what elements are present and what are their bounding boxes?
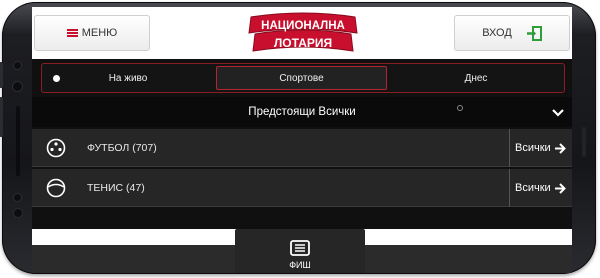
tab-today-label: Днес (464, 72, 488, 84)
national-lottery-logo[interactable]: НАЦИОНАЛНА ЛОТАРИЯ (243, 11, 363, 55)
all-label: Всички (515, 182, 551, 194)
side-button-right (582, 127, 586, 157)
indicator-dot-icon (457, 105, 463, 111)
tab-sports[interactable]: Спортове (216, 66, 387, 90)
speaker-grill (16, 106, 20, 176)
sport-label-football: ФУТБОЛ (707) (87, 142, 157, 154)
login-label: ВХОД (482, 27, 512, 39)
all-football-link[interactable]: Всички (509, 129, 572, 167)
soccer-ball-icon (46, 138, 66, 158)
tab-sports-label: Спортове (279, 72, 324, 84)
iris-scanner (14, 209, 22, 217)
hamburger-icon (66, 29, 78, 37)
chevron-down-icon[interactable] (552, 109, 564, 117)
front-camera (13, 82, 22, 91)
tab-live[interactable]: На живо (42, 64, 214, 92)
menu-label: МЕНЮ (81, 27, 118, 39)
front-sensor-2 (14, 194, 21, 201)
phone-frame: МЕНЮ НАЦИОНАЛНА ЛОТАРИЯ ВХОД На живо Спо… (0, 2, 596, 274)
login-button[interactable]: ВХОД (454, 15, 570, 51)
front-sensor (14, 62, 21, 69)
live-dot-icon (53, 75, 60, 82)
sport-row-tennis[interactable]: ТЕНИС (47) Всички (32, 169, 572, 207)
sport-row-football[interactable]: ФУТБОЛ (707) Всички (32, 129, 572, 167)
all-label: Всички (515, 142, 551, 154)
tennis-ball-icon (46, 178, 66, 198)
upcoming-filter[interactable]: Предстоящи Всички (32, 97, 572, 127)
betslip-icon (290, 240, 310, 256)
arrow-right-icon (554, 142, 566, 154)
login-icon (526, 25, 542, 41)
arrow-right-icon (554, 182, 566, 194)
menu-button[interactable]: МЕНЮ (34, 15, 150, 51)
logo-line2: ЛОТАРИЯ (274, 36, 332, 50)
logo-line1: НАЦИОНАЛНА (261, 20, 345, 32)
betslip-button[interactable]: ФИШ (235, 229, 365, 273)
tab-bar: На живо Спортове Днес (41, 63, 565, 93)
sport-label-tennis: ТЕНИС (47) (87, 182, 145, 194)
phone-screen: МЕНЮ НАЦИОНАЛНА ЛОТАРИЯ ВХОД На живо Спо… (32, 7, 572, 273)
tab-today[interactable]: Днес (389, 64, 563, 92)
volume-button (0, 62, 3, 88)
all-tennis-link[interactable]: Всички (509, 169, 572, 207)
power-button (0, 97, 3, 137)
upcoming-filter-label: Предстоящи Всички (248, 106, 356, 118)
sports-panel: На живо Спортове Днес Предстоящи Всички (32, 59, 572, 273)
betslip-label: ФИШ (289, 260, 311, 270)
tab-live-label: На живо (108, 72, 148, 84)
site-header: МЕНЮ НАЦИОНАЛНА ЛОТАРИЯ ВХОД (32, 7, 572, 59)
